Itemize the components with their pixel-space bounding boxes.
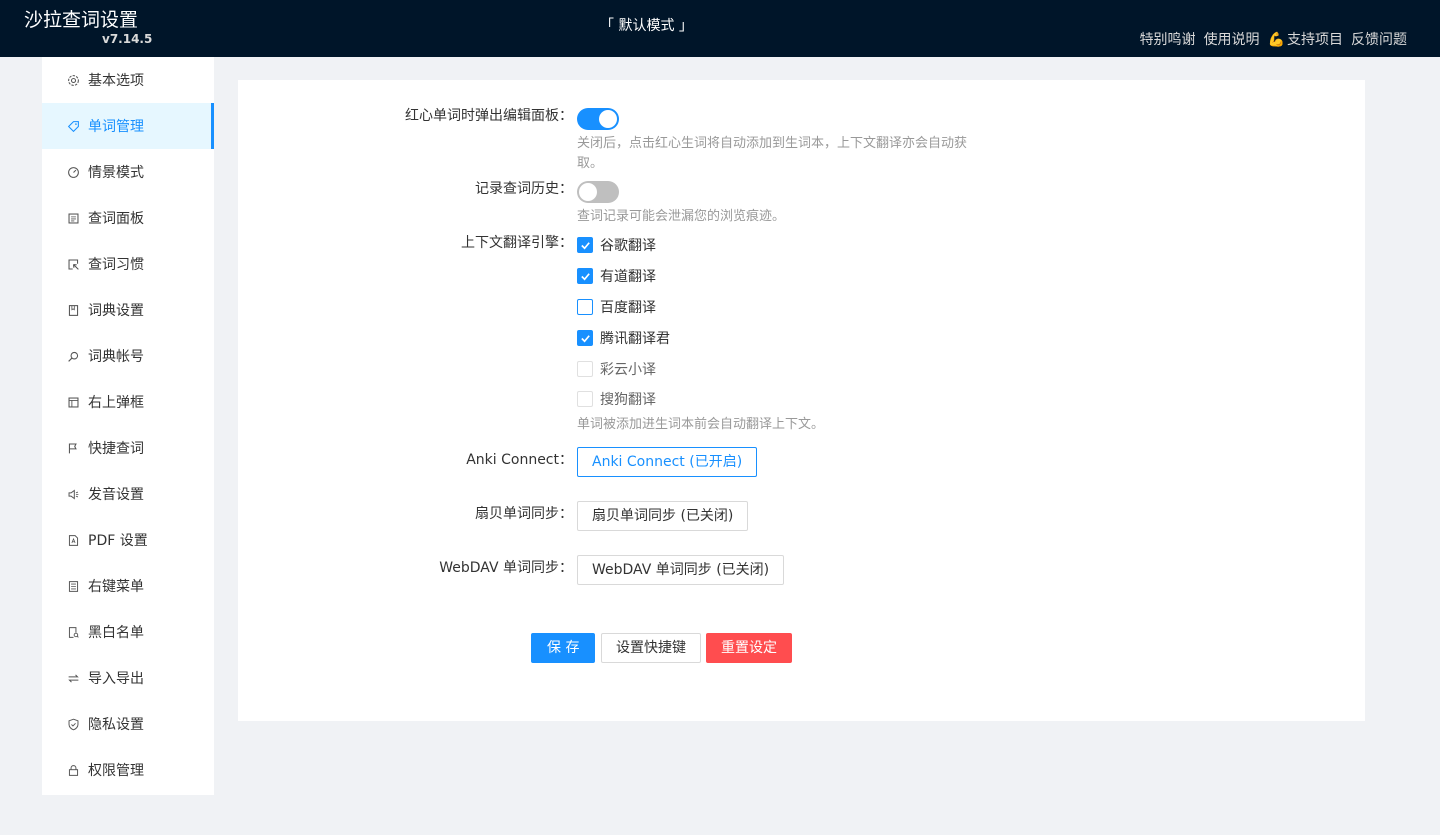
sidebar-item-label: 导入导出 <box>88 671 144 687</box>
tag-icon <box>66 119 80 133</box>
sidebar-item-label: 基本选项 <box>88 73 144 89</box>
instructions-link[interactable]: 使用说明 <box>1204 31 1260 49</box>
sidebar-item-permissions[interactable]: 权限管理 <box>42 747 214 793</box>
app-title: 沙拉查词设置 <box>24 9 139 31</box>
sidebar-item-general[interactable]: 基本选项 <box>42 57 214 103</box>
sidebar-item-label: 黑白名单 <box>88 625 144 641</box>
layout-icon <box>66 395 80 409</box>
app-version: v7.14.5 <box>102 32 153 46</box>
sidebar-item-label: 右上弹框 <box>88 395 144 411</box>
muscle-icon: 💪 <box>1267 32 1285 48</box>
history-toggle[interactable] <box>577 181 619 203</box>
save-button[interactable]: 保 存 <box>531 633 596 663</box>
settings-form: 红心单词时弹出编辑面板： 关闭后，点击红心生词将自动添加到生词本，上下文翻译亦会… <box>238 80 1365 721</box>
sound-icon <box>66 487 80 501</box>
toggle-knob <box>579 183 597 201</box>
engine-baidu-checkbox[interactable]: 百度翻译 <box>577 297 656 317</box>
lock-icon <box>66 763 80 777</box>
sidebar-item-label: PDF 设置 <box>88 533 148 549</box>
anki-connect-button[interactable]: Anki Connect (已开启) <box>577 447 758 477</box>
edit-panel-label: 红心单词时弹出编辑面板： <box>405 108 573 124</box>
sidebar-item-quick-search[interactable]: 快捷查词 <box>42 425 214 471</box>
panel-icon <box>66 211 80 225</box>
sidebar-item-label: 情景模式 <box>88 165 144 181</box>
swap-icon <box>66 671 80 685</box>
edit-panel-toggle[interactable] <box>577 108 619 130</box>
engine-sogou-checkbox: 搜狗翻译 <box>577 389 656 409</box>
header-links: 特别鸣谢 使用说明 💪 支持项目 反馈问题 <box>1140 31 1407 49</box>
engine-label: 百度翻译 <box>600 300 656 316</box>
sidebar-item-import-export[interactable]: 导入导出 <box>42 655 214 701</box>
support-project-link[interactable]: 💪 支持项目 <box>1268 31 1343 49</box>
sidebar-item-label: 查词习惯 <box>88 257 144 273</box>
check-icon <box>577 330 593 346</box>
reset-button[interactable]: 重置设定 <box>706 633 792 663</box>
sidebar-item-popup[interactable]: 右上弹框 <box>42 379 214 425</box>
profile-mode-selector[interactable]: 「 默认模式 」 <box>600 17 693 35</box>
toggle-knob <box>599 110 617 128</box>
sidebar-item-pdf[interactable]: PDF 设置 <box>42 517 214 563</box>
sidebar-item-label: 隐私设置 <box>88 717 144 733</box>
support-project-label: 支持项目 <box>1287 32 1343 48</box>
sidebar-menu: 基本选项 单词管理 情景模式 查词面板 查词习惯 词典设置 词典帐号 右上弹框 … <box>42 57 214 795</box>
flag-icon <box>66 441 80 455</box>
sidebar-item-privacy[interactable]: 隐私设置 <box>42 701 214 747</box>
shanbay-sync-button[interactable]: 扇贝单词同步 (已关闭) <box>577 501 749 531</box>
webdav-sync-button[interactable]: WebDAV 单词同步 (已关闭) <box>577 555 785 585</box>
disabled-checkbox-icon <box>577 361 593 377</box>
webdav-label: WebDAV 单词同步： <box>439 560 573 576</box>
sidebar-item-label: 发音设置 <box>88 487 144 503</box>
shield-icon <box>66 717 80 731</box>
engine-caiyun-checkbox: 彩云小译 <box>577 359 656 379</box>
ctx-engines-help: 单词被添加进生词本前会自动翻译上下文。 <box>577 417 825 432</box>
disabled-checkbox-icon <box>577 391 593 407</box>
book-icon <box>66 303 80 317</box>
acknowledgement-link[interactable]: 特别鸣谢 <box>1140 31 1196 49</box>
engine-label: 谷歌翻译 <box>600 238 656 254</box>
select-icon <box>66 257 80 271</box>
search-icon <box>66 349 80 363</box>
sidebar-item-profiles[interactable]: 情景模式 <box>42 149 214 195</box>
sidebar-item-label: 右键菜单 <box>88 579 144 595</box>
pdf-icon <box>66 533 80 547</box>
engine-label: 腾讯翻译君 <box>600 331 670 347</box>
anki-label: Anki Connect： <box>466 452 573 468</box>
sidebar-item-context-menu[interactable]: 右键菜单 <box>42 563 214 609</box>
sidebar-item-label: 查词面板 <box>88 211 144 227</box>
feedback-link[interactable]: 反馈问题 <box>1351 31 1407 49</box>
engine-label: 彩云小译 <box>600 362 656 378</box>
empty-checkbox-icon <box>577 299 593 315</box>
engine-tencent-checkbox[interactable]: 腾讯翻译君 <box>577 328 670 348</box>
app-header: 沙拉查词设置 v7.14.5 「 默认模式 」 特别鸣谢 使用说明 💪 支持项目 … <box>0 0 1440 57</box>
history-label: 记录查词历史： <box>475 181 573 197</box>
engine-google-checkbox[interactable]: 谷歌翻译 <box>577 235 656 255</box>
sidebar-item-blacklist[interactable]: 黑白名单 <box>42 609 214 655</box>
set-shortcut-button[interactable]: 设置快捷键 <box>601 633 701 663</box>
sidebar-item-search-habits[interactable]: 查词习惯 <box>42 241 214 287</box>
edit-panel-help: 关闭后，点击红心生词将自动添加到生词本，上下文翻译亦会自动获取。 <box>577 136 968 171</box>
check-icon <box>577 268 593 284</box>
sidebar-item-dict-panel[interactable]: 查词面板 <box>42 195 214 241</box>
check-icon <box>577 237 593 253</box>
sidebar-item-label: 词典设置 <box>88 303 144 319</box>
sidebar-item-label: 单词管理 <box>88 119 144 135</box>
list-icon <box>66 579 80 593</box>
audit-icon <box>66 625 80 639</box>
ctx-engines-label: 上下文翻译引擎： <box>461 235 573 251</box>
engine-label: 搜狗翻译 <box>600 392 656 408</box>
gear-icon <box>66 73 80 87</box>
engine-label: 有道翻译 <box>600 269 656 285</box>
shanbay-label: 扇贝单词同步： <box>475 506 573 522</box>
sidebar-item-label: 快捷查词 <box>88 441 144 457</box>
history-help: 查词记录可能会泄漏您的浏览痕迹。 <box>577 209 786 224</box>
sidebar-item-label: 权限管理 <box>88 763 144 779</box>
sidebar-item-dictionaries[interactable]: 词典设置 <box>42 287 214 333</box>
sidebar-item-label: 词典帐号 <box>88 349 144 365</box>
dashboard-icon <box>66 165 80 179</box>
sidebar-item-pronunciation[interactable]: 发音设置 <box>42 471 214 517</box>
sidebar-item-dict-accounts[interactable]: 词典帐号 <box>42 333 214 379</box>
sidebar-item-words[interactable]: 单词管理 <box>42 103 214 149</box>
engine-youdao-checkbox[interactable]: 有道翻译 <box>577 266 656 286</box>
